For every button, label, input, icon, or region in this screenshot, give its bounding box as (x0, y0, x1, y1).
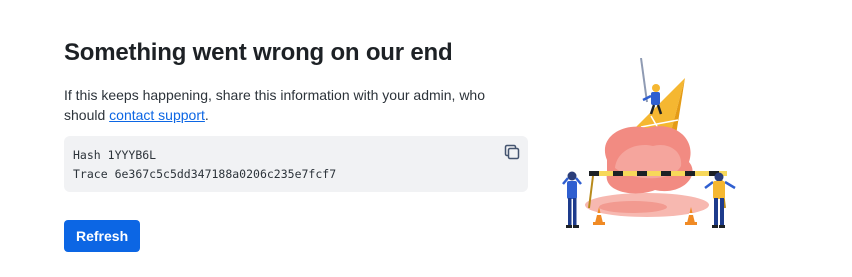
copy-button[interactable] (503, 143, 521, 161)
hash-value: 1YYYB6L (107, 148, 157, 162)
refresh-button[interactable]: Refresh (64, 220, 141, 252)
contact-support-link[interactable]: contact support (109, 107, 205, 123)
hash-label: Hash (73, 148, 101, 162)
error-page: Something went wrong on our end If this … (0, 0, 852, 277)
error-content: Something went wrong on our end If this … (64, 38, 528, 192)
page-title: Something went wrong on our end (64, 39, 453, 66)
hash-line: Hash 1YYYB6L (73, 146, 519, 165)
message-period: . (204, 107, 209, 123)
error-message: If this keeps happening, share this info… (64, 85, 528, 125)
melted-ice-cream-illustration (562, 58, 736, 228)
copy-icon (504, 144, 520, 160)
error-info-box: Hash 1YYYB6L Trace 6e367c5c5dd347188a020… (64, 136, 528, 192)
trace-line: Trace 6e367c5c5dd347188a0206c235e7fcf7 (73, 165, 519, 184)
trace-value: 6e367c5c5dd347188a0206c235e7fcf7 (114, 167, 337, 181)
trace-label: Trace (73, 167, 108, 181)
